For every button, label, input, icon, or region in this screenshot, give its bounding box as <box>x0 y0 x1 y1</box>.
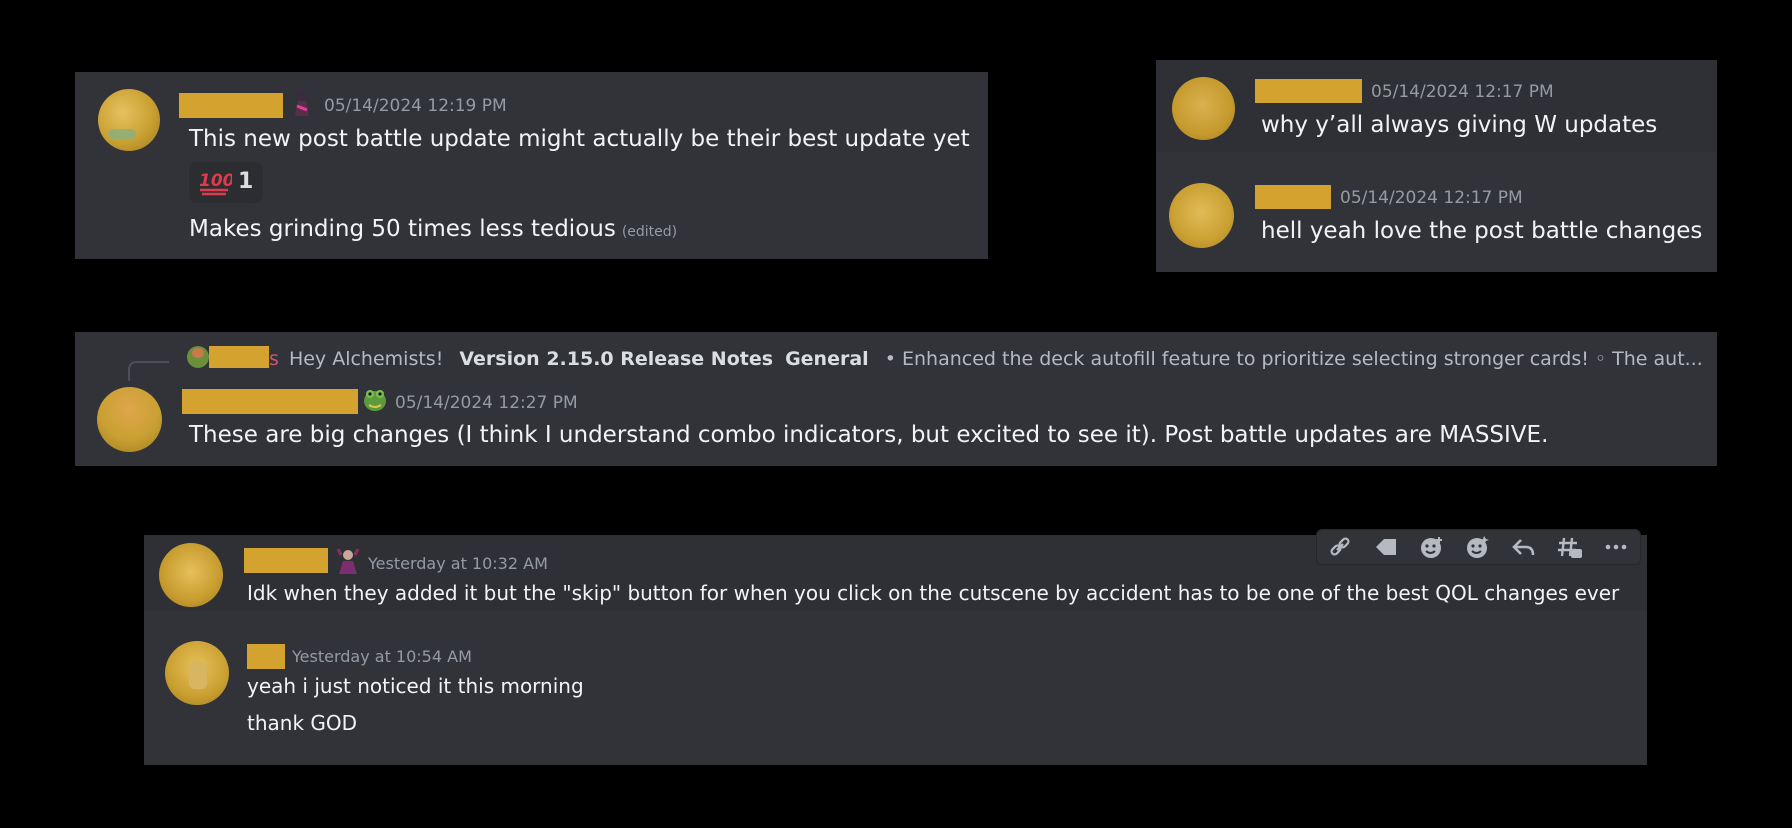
hundred-points-icon: 100 <box>198 168 235 196</box>
message-timestamp: 05/14/2024 12:17 PM <box>1340 188 1523 208</box>
redacted-username <box>1255 79 1362 103</box>
message-text: thank GOD <box>247 711 358 735</box>
reaction-button[interactable]: 100 1 <box>189 162 263 203</box>
message-text: These are big changes (I think I underst… <box>189 422 1549 448</box>
create-thread-icon[interactable] <box>1557 535 1583 563</box>
message-timestamp: Yesterday at 10:32 AM <box>368 554 548 573</box>
role-badge-icon <box>291 88 313 118</box>
avatar[interactable] <box>159 543 223 607</box>
link-icon[interactable] <box>1327 535 1353 563</box>
reply-channel: General <box>785 348 869 370</box>
reply-title: Version 2.15.0 Release Notes <box>459 348 774 370</box>
message-card-3: s Hey Alchemists! Version 2.15.0 Release… <box>75 332 1717 466</box>
message-text: Idk when they added it but the "skip" bu… <box>247 581 1620 605</box>
message-card-2: 05/14/2024 12:17 PM why y’all always giv… <box>1156 60 1717 272</box>
redacted-username <box>209 346 269 368</box>
redacted-username <box>182 389 358 414</box>
edited-label: (edited) <box>621 224 678 240</box>
message-text: why y’all always giving W updates <box>1261 112 1658 138</box>
message-timestamp: 05/14/2024 12:27 PM <box>395 393 578 413</box>
message-text: yeah i just noticed it this morning <box>247 674 584 698</box>
redacted-username <box>1255 185 1331 209</box>
avatar[interactable] <box>1169 183 1234 248</box>
message-text-edited: Makes grinding 50 times less tedious (edi… <box>189 216 677 242</box>
message-text: Makes grinding 50 times less tedious <box>189 216 616 242</box>
message-timestamp: Yesterday at 10:54 AM <box>292 647 472 666</box>
message-actions-toolbar <box>1316 529 1641 565</box>
message-timestamp: 05/14/2024 12:19 PM <box>324 96 507 116</box>
reply-avatar <box>187 346 209 368</box>
redacted-username <box>247 644 285 669</box>
reply-text: Hey Alchemists! <box>288 348 444 370</box>
reply-icon[interactable] <box>1511 535 1537 563</box>
tag-icon[interactable] <box>1373 535 1399 563</box>
reply-snippet: • Enhanced the deck autofill feature to … <box>884 348 1703 370</box>
more-icon[interactable] <box>1603 535 1629 563</box>
avatar[interactable] <box>1172 77 1235 140</box>
message-timestamp: 05/14/2024 12:17 PM <box>1371 82 1554 102</box>
add-reaction-icon[interactable] <box>1419 535 1445 563</box>
super-reaction-icon[interactable] <box>1465 535 1491 563</box>
reply-preview[interactable]: s Hey Alchemists! Version 2.15.0 Release… <box>187 346 1707 376</box>
svg-text:100: 100 <box>199 171 232 191</box>
reply-username-tail: s <box>269 348 279 370</box>
frog-badge-icon <box>360 384 390 414</box>
avatar[interactable] <box>97 387 162 452</box>
message-text: This new post battle update might actual… <box>189 126 970 152</box>
reply-connector <box>128 361 169 381</box>
redacted-username <box>179 93 283 118</box>
message-text: hell yeah love the post battle changes <box>1261 218 1703 244</box>
role-badge-icon <box>335 547 361 575</box>
message-hover-highlight <box>1156 60 1717 152</box>
redacted-username <box>244 548 328 573</box>
avatar[interactable] <box>98 89 160 151</box>
message-card-4: Yesterday at 10:32 AM Idk when they adde… <box>144 529 1647 765</box>
message-card-1: 05/14/2024 12:19 PM This new post battle… <box>75 72 988 259</box>
reaction-count: 1 <box>238 169 254 194</box>
avatar[interactable] <box>165 641 229 705</box>
